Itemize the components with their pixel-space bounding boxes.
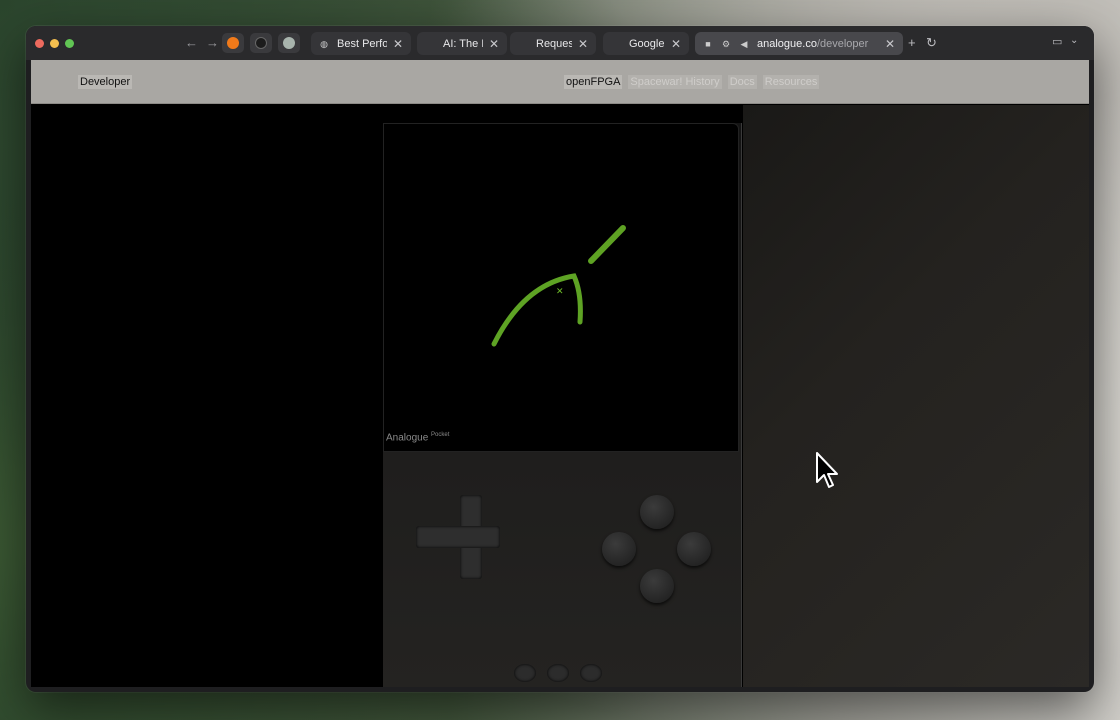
window-controls [35, 39, 74, 48]
close-tab-icon[interactable]: ✕ [885, 37, 895, 51]
nav-openfpga[interactable]: openFPGA [564, 75, 623, 89]
device-brand-name: Analogue [386, 432, 429, 444]
face-button-bottom [640, 569, 674, 603]
tab-label: Request A [536, 37, 572, 50]
face-button-left [602, 532, 636, 566]
nav-buttons: ← → [185, 35, 219, 50]
mouse-pointer-icon [816, 452, 838, 488]
web-page: Developer openFPGA Spacewar! History Doc… [31, 60, 1089, 687]
small-button [547, 664, 569, 682]
green-ship-shape [588, 225, 626, 264]
forward-arrow-icon[interactable]: → [206, 35, 219, 50]
device-screen: ✕ Analogue Pocket [383, 123, 739, 452]
request-icon [518, 39, 528, 49]
tab-label: Best Perfo [337, 37, 387, 50]
nav-spacewar-history[interactable]: Spacewar! History [628, 75, 722, 89]
background-panel [743, 105, 1089, 687]
spacewar-graphic: ✕ [491, 225, 626, 347]
close-window-button[interactable] [35, 39, 44, 48]
close-tab-icon[interactable]: ✕ [671, 37, 681, 51]
close-tab-icon[interactable]: ✕ [393, 37, 403, 51]
tab-best-perfo[interactable]: ◍ Best Perfo ✕ [311, 32, 411, 55]
bookmark-icon[interactable]: ■ [703, 39, 713, 49]
openai-icon [255, 37, 267, 49]
tab-label: Google [629, 37, 665, 50]
close-tab-icon[interactable]: ✕ [578, 37, 588, 51]
settings-sliders-icon[interactable]: ⚙ [721, 39, 731, 49]
url-path: /developer [816, 37, 869, 50]
zoom-window-button[interactable] [65, 39, 74, 48]
back-arrow-icon[interactable]: ← [185, 35, 198, 50]
address-bar[interactable]: analogue.co/developer [757, 38, 879, 50]
star-icon: ✕ [556, 287, 564, 297]
tab-request-a[interactable]: Request A ✕ [510, 32, 596, 55]
face-button-right [677, 532, 711, 566]
globe-icon: ◍ [320, 38, 328, 49]
new-tab-icon[interactable]: + [908, 35, 916, 50]
dpad-horizontal-icon [416, 526, 500, 548]
site-brand[interactable]: Developer [78, 75, 133, 89]
title-bar: ← → ◍ Best Perfo ✕ AI: The Ne ✕ Request … [26, 26, 1094, 60]
minimize-window-button[interactable] [50, 39, 59, 48]
ai-icon [425, 39, 435, 49]
tab-label: AI: The Ne [443, 37, 483, 50]
close-tab-icon[interactable]: ✕ [489, 37, 499, 51]
site-header: Developer openFPGA Spacewar! History Doc… [31, 60, 1089, 104]
google-icon [611, 39, 621, 49]
browser-window: ← → ◍ Best Perfo ✕ AI: The Ne ✕ Request … [26, 26, 1094, 692]
small-button [514, 664, 536, 682]
analogue-pocket-device: ✕ Analogue Pocket [383, 123, 742, 687]
green-arc-shape [491, 273, 583, 347]
nav-resources[interactable]: Resources [762, 75, 820, 89]
face-button-top [640, 495, 674, 529]
tab-ai-the-ne[interactable]: AI: The Ne ✕ [417, 32, 507, 55]
pinned-tab-globe[interactable] [278, 33, 300, 53]
pinned-tab-y[interactable] [222, 33, 244, 53]
sidebar-icon[interactable]: ▭ [1052, 35, 1062, 48]
tab-active-url[interactable]: ■ ⚙ ◀ analogue.co/developer ✕ [695, 32, 903, 55]
site-nav: openFPGA Spacewar! History Docs Resource… [564, 75, 820, 89]
ycombinator-icon [227, 37, 239, 49]
tab-google[interactable]: Google ✕ [603, 32, 689, 55]
device-brand: Analogue Pocket [386, 432, 449, 443]
site-icon [283, 37, 295, 49]
nav-docs[interactable]: Docs [727, 75, 757, 89]
pinned-tab-openai[interactable] [250, 33, 272, 53]
device-model: Pocket [431, 432, 450, 438]
reload-icon[interactable]: ↻ [926, 35, 937, 51]
url-host: analogue.co [757, 37, 817, 50]
chevron-down-icon[interactable]: ⌄ [1070, 35, 1078, 46]
speaker-icon[interactable]: ◀ [739, 39, 749, 49]
small-button [580, 664, 602, 682]
